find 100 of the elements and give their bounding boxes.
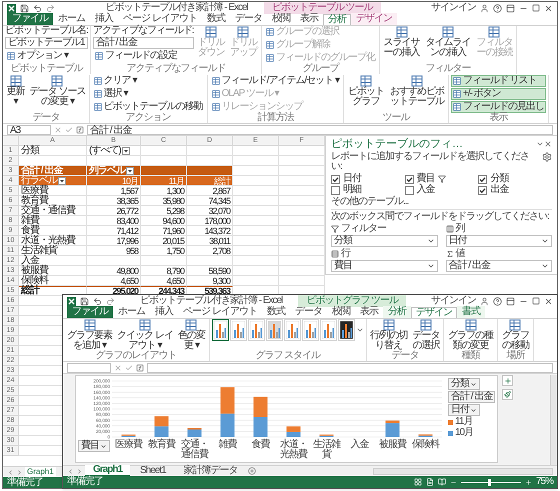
more-styles-icon[interactable] bbox=[356, 326, 364, 334]
area-dropdown[interactable]: 分類 bbox=[331, 235, 438, 247]
field-button[interactable]: 分類 bbox=[448, 378, 480, 390]
field-checkbox[interactable]: 日付 bbox=[331, 174, 405, 184]
close-icon[interactable] bbox=[544, 296, 553, 306]
ribbon-tab[interactable]: ページ レイアウト bbox=[178, 306, 262, 318]
undo-icon[interactable] bbox=[93, 296, 102, 306]
ribbon-button[interactable]: フィールドの見出し bbox=[450, 101, 546, 113]
chart-elements-button[interactable] bbox=[502, 375, 514, 386]
zoom-slider-thumb[interactable] bbox=[488, 478, 491, 486]
text-field[interactable]: 合計 / 出金 bbox=[92, 37, 194, 49]
area-dropdown[interactable]: 日付 bbox=[446, 235, 552, 247]
ribbon-tab[interactable]: 挿入 bbox=[90, 13, 118, 25]
ribbon-button[interactable]: グラフの種類の変更 bbox=[446, 319, 496, 351]
ribbon-tab[interactable]: デザイン bbox=[350, 13, 397, 25]
user-icon[interactable] bbox=[480, 296, 489, 306]
ribbon-button[interactable]: フィールド リスト bbox=[450, 75, 546, 87]
field-checkbox[interactable]: 費目 bbox=[404, 174, 478, 184]
sheet-tab[interactable]: 家計簿データ bbox=[176, 466, 246, 476]
ribbon-button[interactable]: クリア ▾ bbox=[92, 75, 205, 87]
field-button[interactable]: 日付 bbox=[448, 404, 480, 416]
maximize-icon[interactable] bbox=[532, 297, 540, 305]
sign-in-link[interactable]: サインイン bbox=[431, 296, 476, 306]
help-icon[interactable] bbox=[493, 4, 502, 12]
save-icon[interactable] bbox=[20, 4, 29, 12]
vertical-scrollbar[interactable] bbox=[550, 375, 557, 465]
sign-in-link[interactable]: サインイン bbox=[431, 3, 476, 13]
dropdown-arrow-icon[interactable] bbox=[122, 146, 130, 154]
field-checkbox[interactable]: 分類 bbox=[478, 174, 552, 184]
cancel-icon[interactable] bbox=[54, 126, 62, 134]
previous-sheet-icon[interactable] bbox=[67, 468, 74, 474]
ribbon-tab[interactable]: 分析 bbox=[382, 306, 411, 318]
horizontal-scrollbar[interactable] bbox=[373, 468, 553, 474]
ribbon-button[interactable]: フィールドの設定 bbox=[92, 50, 194, 62]
more-tables-link[interactable]: その他のテーブル... bbox=[331, 197, 408, 207]
ribbon-display-icon[interactable] bbox=[506, 4, 515, 12]
ribbon-tab[interactable]: データ bbox=[230, 13, 267, 25]
ribbon-button[interactable]: フィールド/アイテム/セット ▾ bbox=[210, 75, 341, 87]
ribbon-tab[interactable]: 書式 bbox=[456, 306, 485, 318]
text-field[interactable]: ピボットテーブル1 bbox=[5, 37, 88, 49]
ribbon-button[interactable]: クイック レイアウト ▾ bbox=[116, 319, 174, 351]
ribbon-button[interactable]: グラフの移動 bbox=[500, 319, 531, 351]
dropdown-arrow-icon[interactable] bbox=[126, 166, 134, 174]
pane-options-icon[interactable] bbox=[536, 140, 544, 148]
chart-style-thumbnail[interactable] bbox=[212, 319, 229, 341]
ribbon-tab[interactable]: 数式 bbox=[202, 13, 230, 25]
ribbon-button[interactable]: 更新 ▾ bbox=[5, 75, 26, 107]
ribbon-button[interactable]: おすすめピボットテーブル bbox=[388, 75, 446, 107]
field-button[interactable]: 費目 bbox=[78, 440, 110, 452]
user-icon[interactable] bbox=[480, 4, 489, 12]
ribbon-button[interactable]: ピボットテーブルの移動 bbox=[92, 101, 205, 113]
field-checkbox[interactable]: 明細 bbox=[331, 185, 405, 195]
redo-icon[interactable] bbox=[46, 4, 55, 12]
page-break-icon[interactable] bbox=[438, 478, 446, 486]
ribbon-button[interactable]: ピボットグラフ bbox=[346, 75, 386, 107]
ribbon-tab[interactable]: ホーム bbox=[53, 13, 90, 25]
ribbon-tab[interactable]: ファイル bbox=[67, 306, 113, 318]
ribbon-tab[interactable]: 数式 bbox=[262, 306, 290, 318]
ribbon-tab[interactable]: 表示 bbox=[294, 13, 323, 25]
settings-icon[interactable] bbox=[542, 152, 552, 162]
ribbon-button[interactable]: 色の変更 ▾ bbox=[176, 319, 207, 351]
formula-field[interactable]: 合計 / 出金 bbox=[87, 124, 553, 134]
ribbon-tab[interactable]: 挿入 bbox=[150, 306, 178, 318]
formula-field[interactable] bbox=[147, 362, 553, 372]
ribbon-button[interactable]: スライサーの挿入 bbox=[382, 26, 422, 58]
ribbon-display-icon[interactable] bbox=[506, 296, 515, 306]
sheet-tab[interactable]: Graph1 bbox=[25, 466, 56, 478]
ribbon-tab[interactable]: 分析 bbox=[322, 14, 351, 25]
maximize-icon[interactable] bbox=[532, 4, 540, 12]
redo-icon[interactable] bbox=[106, 296, 115, 306]
ribbon-tab[interactable]: デザイン bbox=[410, 307, 457, 318]
cancel-icon[interactable] bbox=[114, 364, 122, 372]
ribbon-tab[interactable]: 校閲 bbox=[266, 13, 295, 25]
help-icon[interactable] bbox=[493, 296, 502, 306]
field-checkbox[interactable]: 入金 bbox=[404, 185, 478, 195]
undo-icon[interactable] bbox=[33, 4, 42, 12]
insert-function-icon[interactable] bbox=[136, 364, 144, 372]
next-sheet-icon[interactable] bbox=[76, 468, 83, 474]
zoom-in-icon[interactable] bbox=[524, 478, 532, 486]
close-icon[interactable] bbox=[544, 4, 553, 12]
dropdown-arrow-icon[interactable] bbox=[58, 176, 66, 184]
ribbon-button[interactable]: +/- ボタン bbox=[450, 88, 546, 100]
ribbon-button[interactable]: データ ソースの変更 ▾ bbox=[28, 75, 87, 107]
ribbon-tab[interactable]: ファイル bbox=[7, 13, 53, 25]
ribbon-tab[interactable]: データ bbox=[290, 306, 327, 318]
close-icon[interactable] bbox=[544, 140, 552, 148]
field-checkbox[interactable]: 出金 bbox=[478, 185, 552, 195]
name-box[interactable]: A3 bbox=[7, 124, 51, 134]
ribbon-tab[interactable]: 校閲 bbox=[326, 306, 355, 318]
page-layout-icon[interactable] bbox=[426, 478, 434, 486]
ribbon-button[interactable]: 選択 ▾ bbox=[92, 88, 205, 100]
next-sheet-icon[interactable] bbox=[16, 468, 23, 476]
area-dropdown[interactable]: 費目 bbox=[331, 260, 438, 272]
ribbon-tab[interactable]: ページ レイアウト bbox=[118, 13, 202, 25]
normal-view-icon[interactable] bbox=[414, 478, 422, 486]
save-icon[interactable] bbox=[80, 296, 89, 306]
chart-styles-button[interactable] bbox=[502, 389, 514, 400]
insert-function-icon[interactable] bbox=[76, 126, 84, 134]
sheet-tab[interactable]: Graph1 bbox=[85, 465, 130, 477]
ribbon-tab[interactable]: 表示 bbox=[354, 306, 383, 318]
